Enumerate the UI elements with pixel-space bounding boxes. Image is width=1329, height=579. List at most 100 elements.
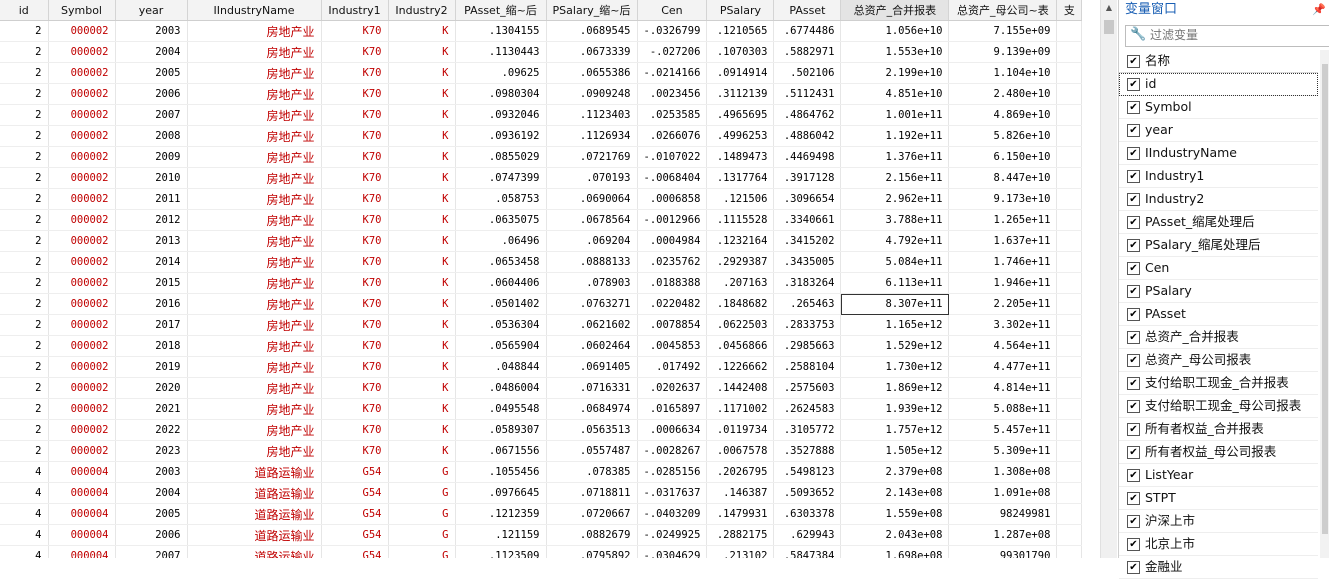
cell-passet_w[interactable]: .0932046: [455, 104, 547, 126]
variable-checkbox[interactable]: ✔: [1127, 239, 1140, 252]
cell-year[interactable]: 2006: [115, 83, 188, 105]
cell-year[interactable]: 2018: [115, 335, 188, 357]
table-row[interactable]: 4 000004 2005 道路运输业 G54 G .1212359.0720667 -.04…: [0, 503, 1083, 525]
variable-item[interactable]: ✔ ListYear: [1119, 464, 1318, 487]
cell-ind2[interactable]: G: [388, 545, 456, 558]
cell-symbol[interactable]: 000002: [48, 419, 116, 441]
cell-ind2[interactable]: K: [388, 272, 456, 294]
cell-more[interactable]: [1056, 272, 1083, 294]
table-row[interactable]: 2 000002 2011 房地产业 K70 K .058753.0690064.00068…: [0, 188, 1083, 210]
cell-more[interactable]: [1056, 503, 1083, 525]
filter-box[interactable]: 🔧: [1125, 25, 1329, 47]
table-row[interactable]: 2 000002 2010 房地产业 K70 K .0747399.070193 -.0068…: [0, 167, 1083, 189]
variable-checkbox[interactable]: ✔: [1127, 193, 1140, 206]
cell-cen[interactable]: -.0326799: [637, 20, 708, 42]
cell-more[interactable]: [1056, 419, 1083, 441]
cell-ta_cons[interactable]: 4.792e+11: [840, 230, 950, 252]
cell-ind2[interactable]: K: [388, 314, 456, 336]
cell-year[interactable]: 2017: [115, 314, 188, 336]
table-row[interactable]: 2 000002 2012 房地产业 K70 K .0635075.0678564 -.001…: [0, 209, 1083, 231]
cell-ind2[interactable]: G: [388, 461, 456, 483]
variable-item[interactable]: ✔ PAsset: [1119, 303, 1318, 326]
cell-symbol[interactable]: 000002: [48, 146, 116, 168]
cell-passet_w[interactable]: .0747399: [455, 167, 547, 189]
cell-ind1[interactable]: K70: [321, 377, 389, 399]
cell-more[interactable]: [1056, 356, 1083, 378]
cell-year[interactable]: 2004: [115, 41, 188, 63]
cell-year[interactable]: 2006: [115, 524, 188, 546]
cell-passet_w[interactable]: .0980304: [455, 83, 547, 105]
cell-ta_parent[interactable]: 3.302e+11: [948, 314, 1058, 336]
cell-year[interactable]: 2021: [115, 398, 188, 420]
variable-item[interactable]: ✔ PAsset_缩尾处理后: [1119, 211, 1318, 234]
select-all-checkbox[interactable]: ✔: [1127, 55, 1140, 68]
cell-ind1[interactable]: G54: [321, 461, 389, 483]
cell-psalary[interactable]: .0914914: [706, 62, 775, 84]
variable-item[interactable]: ✔ id: [1119, 73, 1318, 96]
cell-more[interactable]: [1056, 41, 1083, 63]
column-header-ta_parent[interactable]: 总资产_母公司~表: [948, 0, 1058, 21]
cell-ind2[interactable]: K: [388, 419, 456, 441]
cell-psalary[interactable]: .1848682: [706, 293, 775, 315]
cell-passet[interactable]: .3340661: [773, 209, 842, 231]
cell-more[interactable]: [1056, 461, 1083, 483]
cell-more[interactable]: [1056, 293, 1083, 315]
cell-psalary[interactable]: .2026795: [706, 461, 775, 483]
cell-ta_cons[interactable]: 1.001e+11: [840, 104, 950, 126]
cell-passet[interactable]: .3415202: [773, 230, 842, 252]
cell-passet_w[interactable]: .048844: [455, 356, 547, 378]
cell-ta_cons[interactable]: 1.757e+12: [840, 419, 950, 441]
cell-cen[interactable]: -.0107022: [637, 146, 708, 168]
cell-psalary_w[interactable]: .0909248: [546, 83, 638, 105]
cell-more[interactable]: [1056, 230, 1083, 252]
cell-ta_cons[interactable]: 2.199e+10: [840, 62, 950, 84]
cell-ta_cons[interactable]: 1.869e+12: [840, 377, 950, 399]
cell-year[interactable]: 2003: [115, 20, 188, 42]
cell-ta_parent[interactable]: 1.746e+11: [948, 251, 1058, 273]
table-row[interactable]: 2 000002 2009 房地产业 K70 K .0855029.0721769 -.010…: [0, 146, 1083, 168]
table-row[interactable]: 2 000002 2020 房地产业 K70 K .0486004.0716331.0202…: [0, 377, 1083, 399]
cell-ind1[interactable]: K70: [321, 146, 389, 168]
cell-iname[interactable]: 房地产业: [187, 20, 322, 42]
cell-psalary_w[interactable]: .0673339: [546, 41, 638, 63]
cell-ind2[interactable]: K: [388, 209, 456, 231]
cell-passet_w[interactable]: .0976645: [455, 482, 547, 504]
variable-item[interactable]: ✔ IIndustryName: [1119, 142, 1318, 165]
cell-psalary[interactable]: .4996253: [706, 125, 775, 147]
variable-item[interactable]: ✔ 总资产_母公司报表: [1119, 349, 1318, 372]
cell-passet_w[interactable]: .0604406: [455, 272, 547, 294]
variable-checkbox[interactable]: ✔: [1127, 538, 1140, 551]
cell-ind2[interactable]: K: [388, 398, 456, 420]
cell-ind2[interactable]: K: [388, 125, 456, 147]
cell-symbol[interactable]: 000002: [48, 104, 116, 126]
variable-item[interactable]: ✔ 支付给职工现金_合并报表: [1119, 372, 1318, 395]
cell-id[interactable]: 2: [0, 20, 49, 42]
cell-psalary_w[interactable]: .0691405: [546, 356, 638, 378]
cell-id[interactable]: 2: [0, 314, 49, 336]
cell-cen[interactable]: .0006858: [637, 188, 708, 210]
variable-item[interactable]: ✔ Industry1: [1119, 165, 1318, 188]
table-row[interactable]: 2 000002 2022 房地产业 K70 K .0589307.0563513.0006…: [0, 419, 1083, 441]
scroll-thumb[interactable]: [1104, 20, 1114, 34]
cell-more[interactable]: [1056, 482, 1083, 504]
variable-item[interactable]: ✔ 总资产_合并报表: [1119, 326, 1318, 349]
cell-year[interactable]: 2019: [115, 356, 188, 378]
cell-symbol[interactable]: 000004: [48, 461, 116, 483]
cell-cen[interactable]: -.0028267: [637, 440, 708, 462]
cell-iname[interactable]: 房地产业: [187, 440, 322, 462]
cell-passet_w[interactable]: .0671556: [455, 440, 547, 462]
cell-psalary_w[interactable]: .0621602: [546, 314, 638, 336]
cell-year[interactable]: 2014: [115, 251, 188, 273]
cell-ind1[interactable]: K70: [321, 356, 389, 378]
cell-ta_cons[interactable]: 1.939e+12: [840, 398, 950, 420]
cell-passet[interactable]: .5498123: [773, 461, 842, 483]
cell-psalary_w[interactable]: .0888133: [546, 251, 638, 273]
table-row[interactable]: 2 000002 2016 房地产业 K70 K .0501402.0763271.0220…: [0, 293, 1083, 315]
cell-cen[interactable]: .0165897: [637, 398, 708, 420]
cell-ind2[interactable]: K: [388, 20, 456, 42]
table-row[interactable]: 2 000002 2005 房地产业 K70 K .09625.0655386 -.02141…: [0, 62, 1083, 84]
cell-id[interactable]: 2: [0, 335, 49, 357]
cell-ind1[interactable]: K70: [321, 398, 389, 420]
cell-ind2[interactable]: K: [388, 335, 456, 357]
cell-psalary[interactable]: .0622503: [706, 314, 775, 336]
